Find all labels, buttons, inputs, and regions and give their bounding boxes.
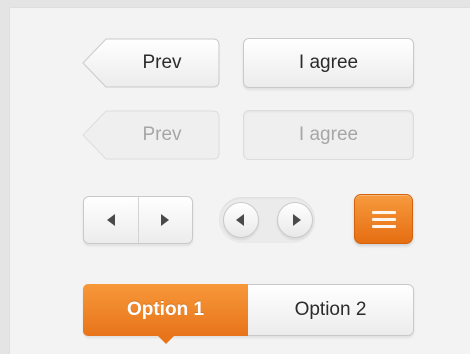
segmented-prev-button[interactable] [84, 197, 138, 243]
triangle-right-icon [161, 214, 170, 226]
tab-option-2[interactable]: Option 2 [248, 285, 413, 335]
hamburger-menu-icon-bar [371, 224, 396, 228]
option-tabs: Option 1 Option 2 [83, 284, 414, 344]
triangle-right-icon [292, 214, 301, 226]
menu-button[interactable] [354, 194, 413, 244]
round-prev-button[interactable] [223, 202, 259, 238]
hamburger-menu-icon [371, 210, 396, 214]
triangle-left-icon [106, 214, 115, 226]
prev-button-disabled: Prev [82, 110, 220, 160]
pager-segmented-control [83, 196, 193, 244]
i-agree-button[interactable]: I agree [243, 38, 414, 88]
round-next-button[interactable] [277, 202, 313, 238]
hamburger-menu-icon-bar [371, 217, 396, 221]
triangle-left-icon [235, 214, 244, 226]
prev-button[interactable]: Prev [82, 38, 220, 88]
segmented-next-button[interactable] [137, 197, 193, 243]
prev-button-disabled-label: Prev [142, 124, 182, 145]
i-agree-button-disabled: I agree [243, 110, 414, 160]
tab-option-1[interactable]: Option 1 [83, 284, 248, 344]
prev-button-label: Prev [142, 52, 182, 73]
